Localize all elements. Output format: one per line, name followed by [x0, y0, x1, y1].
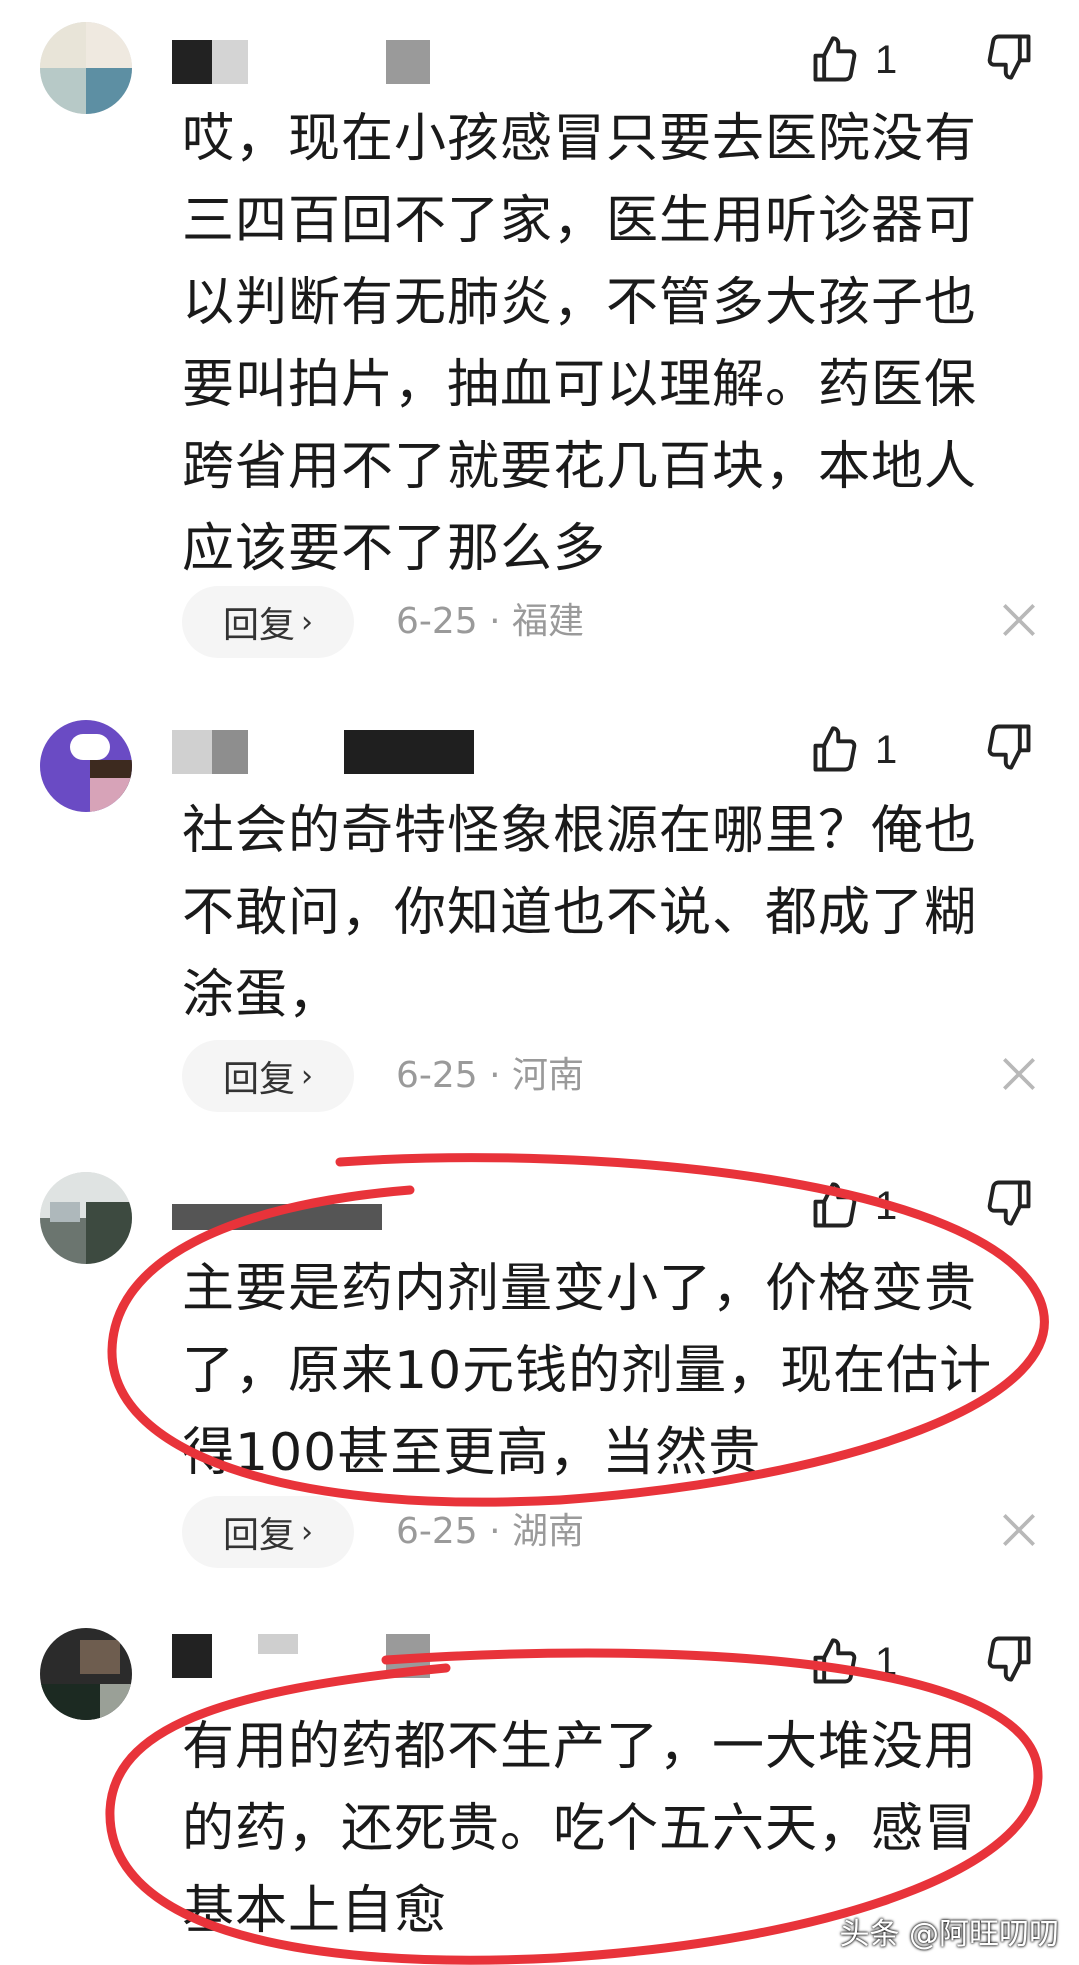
like-count: 1 — [875, 37, 898, 82]
dislike-button[interactable] — [983, 1176, 1043, 1236]
like-button[interactable]: 1 — [809, 1632, 949, 1692]
comment-text: 哎，现在小孩感冒只要去医院没有三四百回不了家，医生用听诊器可以判断有无肺炎，不管… — [182, 109, 978, 579]
like-button[interactable]: 1 — [809, 1176, 949, 1236]
thumbs-down-icon — [987, 1636, 1031, 1682]
comment-meta: 回复 › 6-25 · 湖南 — [182, 1496, 1062, 1568]
avatar[interactable] — [40, 1172, 132, 1264]
reply-button[interactable]: 回复 › — [182, 586, 354, 658]
like-count: 1 — [875, 1183, 898, 1228]
comment-meta: 回复 › 6-25 · 福建 — [182, 586, 1062, 658]
close-icon[interactable] — [997, 1052, 1041, 1096]
reply-button[interactable]: 回复 › — [182, 1040, 354, 1112]
close-icon[interactable] — [997, 598, 1041, 642]
thumbs-down-icon — [987, 1180, 1031, 1226]
reply-label: 回复 — [222, 1059, 295, 1100]
avatar[interactable] — [40, 1628, 132, 1720]
comment-text: 社会的奇特怪象根源在哪里？俺也不敢问，你知道也不说、都成了糊涂蛋， — [182, 801, 978, 1025]
chevron-right-icon: › — [301, 1514, 313, 1550]
comment-text: 主要是药内剂量变小了，价格变贵了，原来10元钱的剂量，现在估计得100甚至更高，… — [182, 1259, 993, 1483]
avatar[interactable] — [40, 720, 132, 812]
thumbs-up-icon — [813, 36, 857, 82]
reply-button[interactable]: 回复 › — [182, 1496, 354, 1568]
reply-label: 回复 — [222, 605, 295, 646]
watermark: 头条 @阿旺叨叨 — [839, 1917, 1059, 1952]
username-redacted[interactable] — [172, 730, 592, 774]
like-button[interactable]: 1 — [809, 720, 949, 780]
date-location: 6-25 · 河南 — [396, 1055, 585, 1096]
date-location: 6-25 · 福建 — [396, 601, 585, 642]
username-redacted[interactable] — [172, 40, 592, 84]
thumbs-down-icon — [987, 34, 1031, 80]
like-button[interactable]: 1 — [809, 30, 949, 90]
dislike-button[interactable] — [983, 720, 1043, 780]
date-location: 6-25 · 湖南 — [396, 1511, 585, 1552]
thumbs-up-icon — [813, 1638, 857, 1684]
username-redacted[interactable] — [172, 1634, 592, 1678]
thumbs-down-icon — [987, 724, 1031, 770]
like-count: 1 — [875, 727, 898, 772]
dislike-button[interactable] — [983, 30, 1043, 90]
thumbs-up-icon — [813, 726, 857, 772]
like-count: 1 — [875, 1639, 898, 1684]
chevron-right-icon: › — [301, 604, 313, 640]
thumbs-up-icon — [813, 1182, 857, 1228]
comment-meta: 回复 › 6-25 · 河南 — [182, 1040, 1062, 1112]
avatar[interactable] — [40, 22, 132, 114]
dislike-button[interactable] — [983, 1632, 1043, 1692]
chevron-right-icon: › — [301, 1058, 313, 1094]
reply-label: 回复 — [222, 1515, 295, 1556]
username-redacted[interactable] — [172, 1190, 592, 1234]
close-icon[interactable] — [997, 1508, 1041, 1552]
